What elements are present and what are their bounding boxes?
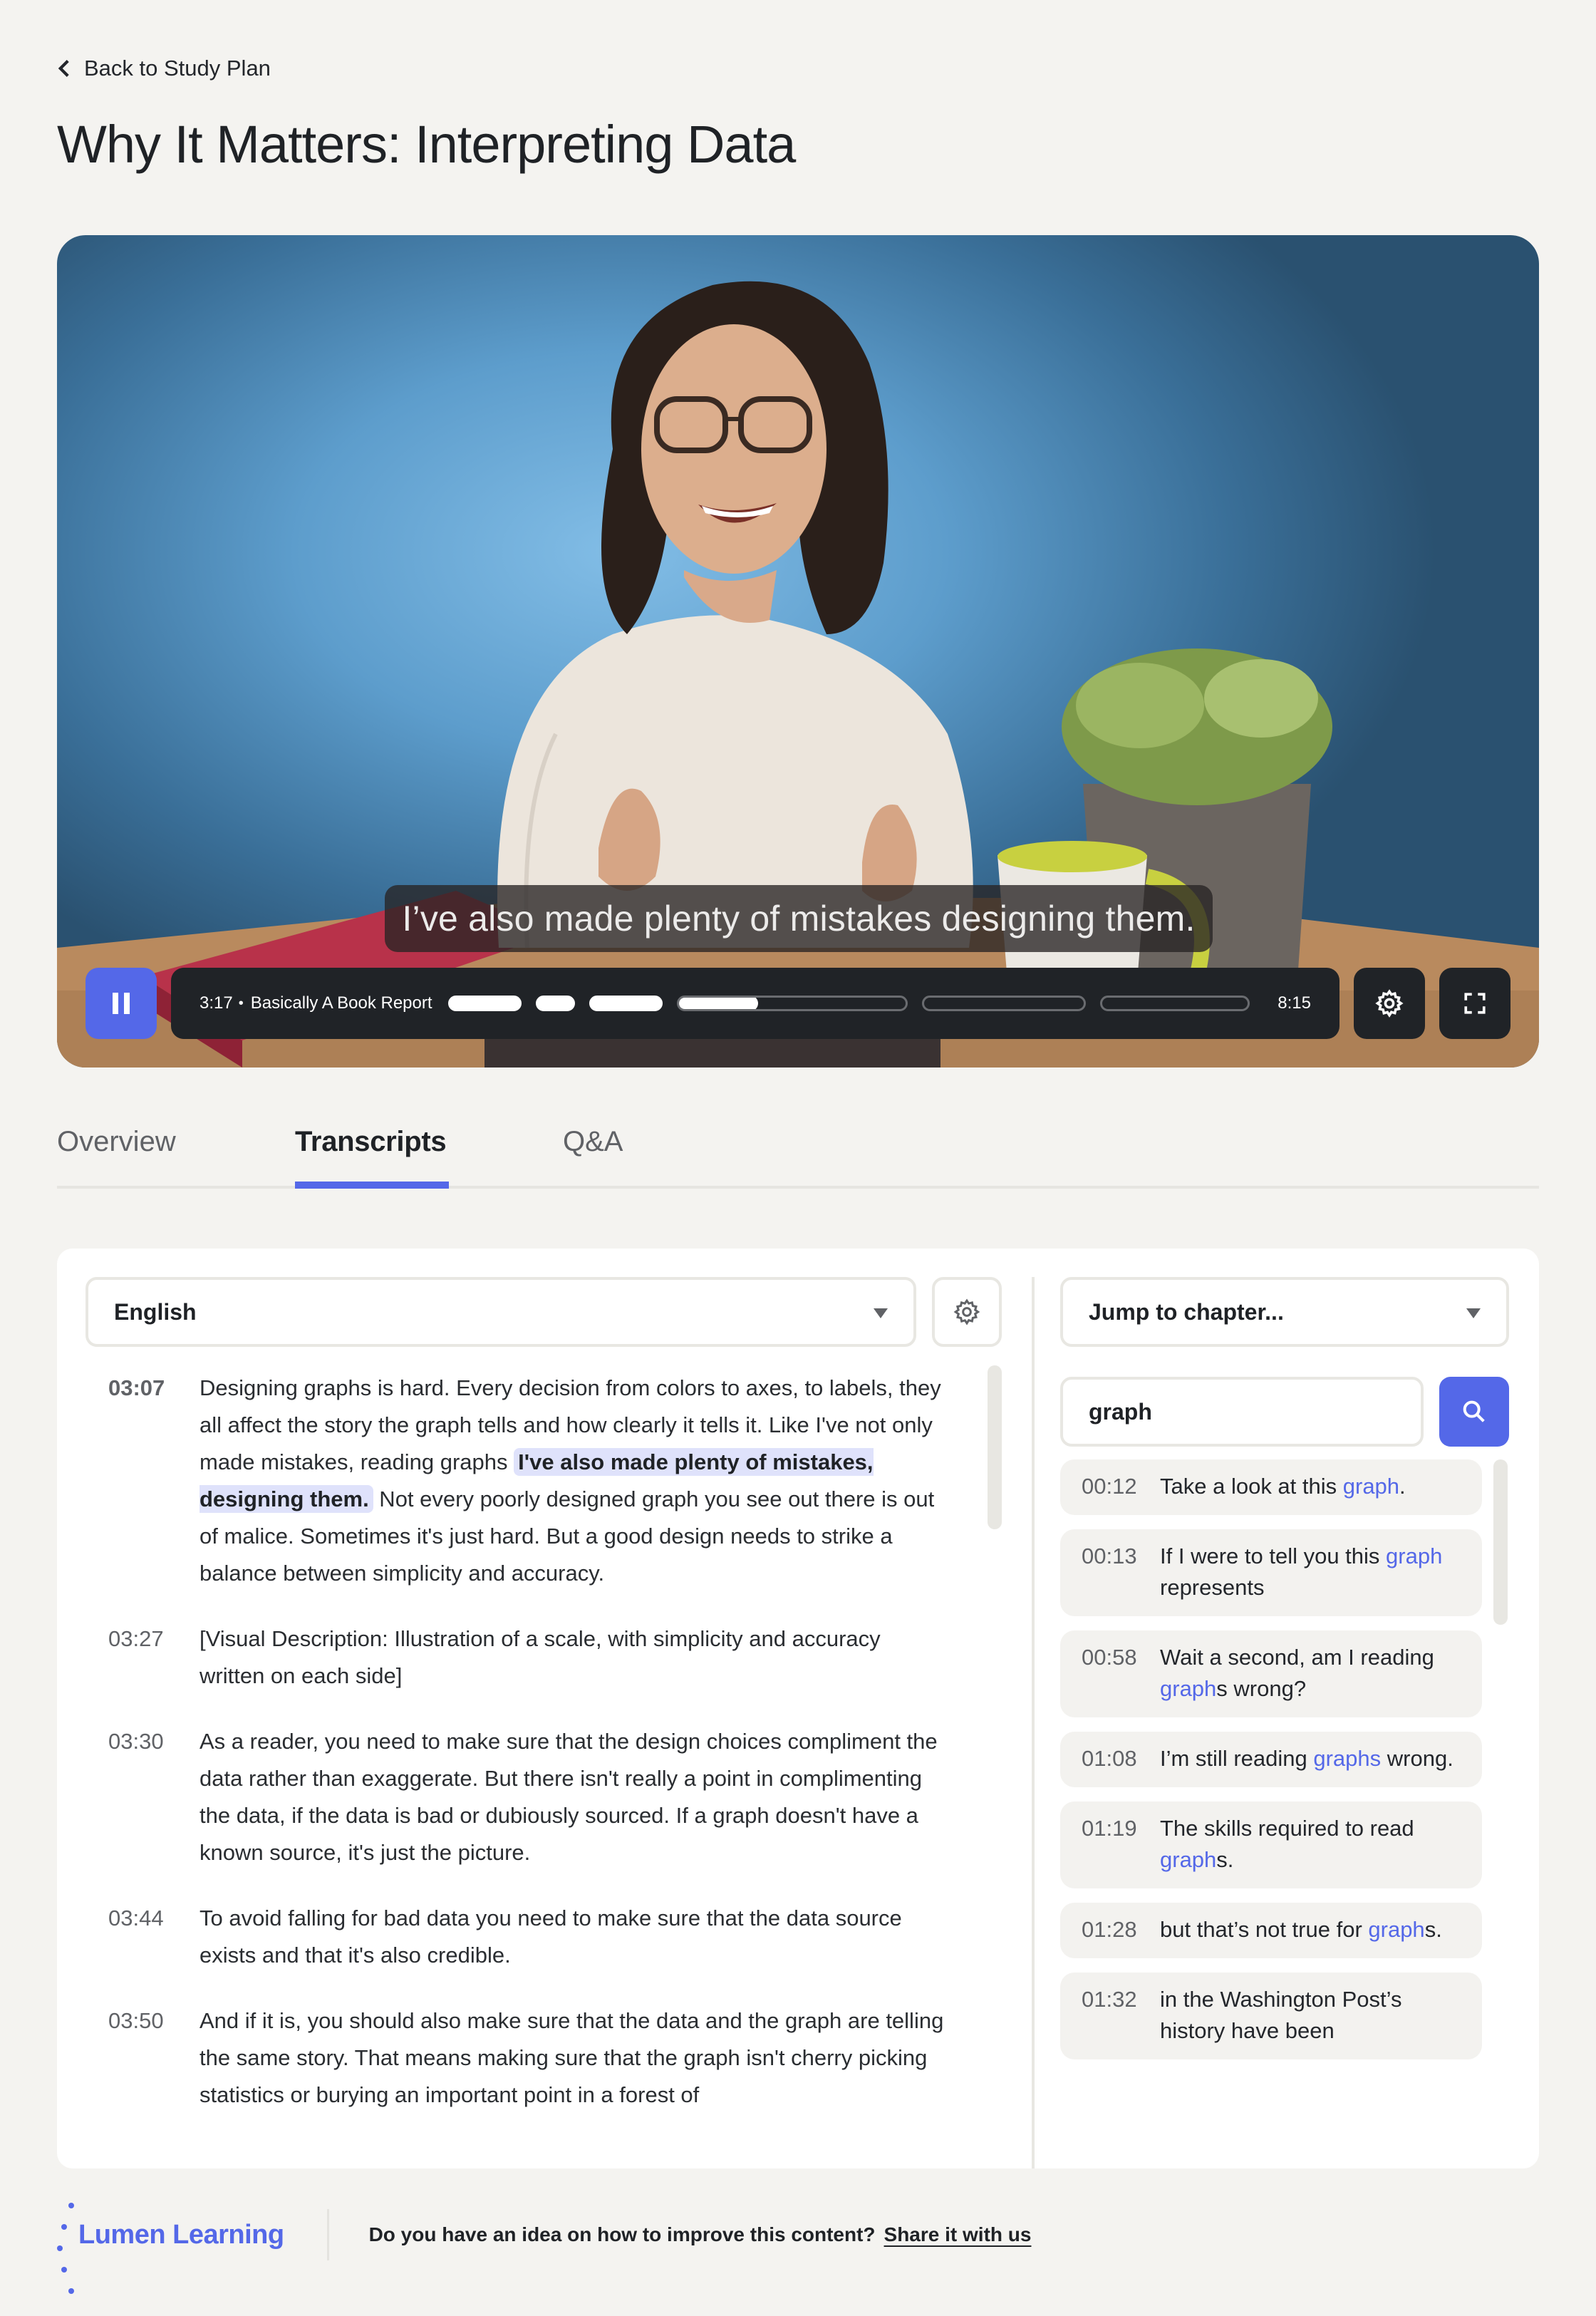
- chapter-segment[interactable]: [589, 996, 663, 1011]
- fullscreen-button[interactable]: [1439, 968, 1510, 1039]
- tab-qa[interactable]: Q&A: [563, 1126, 623, 1158]
- transcript-entry: 03:27 [Visual Description: Illustration o…: [86, 1620, 1012, 1695]
- current-chapter: Basically A Book Report: [250, 993, 432, 1013]
- logo-dots-icon: [57, 2202, 74, 2294]
- search-button[interactable]: [1439, 1377, 1509, 1447]
- video-caption: I’ve also made plenty of mistakes design…: [385, 885, 1213, 952]
- language-value: English: [114, 1298, 197, 1325]
- transcript-timestamp[interactable]: 03:50: [86, 2002, 200, 2114]
- video-player[interactable]: I’ve also made plenty of mistakes design…: [57, 235, 1539, 1067]
- gear-icon: [1375, 989, 1404, 1018]
- footer: Lumen Learning Do you have an idea on ho…: [57, 2202, 1032, 2294]
- transcript-timestamp[interactable]: 03:27: [86, 1620, 200, 1695]
- fullscreen-icon: [1464, 993, 1486, 1014]
- chapter-segment[interactable]: [535, 996, 575, 1011]
- transcript-timestamp[interactable]: 03:07: [86, 1370, 200, 1592]
- language-select[interactable]: English: [86, 1277, 916, 1347]
- transcript-list: 03:07 Designing graphs is hard. Every dec…: [86, 1370, 1012, 2168]
- result-text: Wait a second, am I reading graphs wrong…: [1160, 1645, 1434, 1701]
- page-title: Why It Matters: Interpreting Data: [57, 115, 796, 174]
- search-result-item[interactable]: 01:32 in the Washington Post’s history ha…: [1060, 1973, 1482, 2059]
- transcript-timestamp[interactable]: 03:44: [86, 1900, 200, 1974]
- lumen-learning-logo[interactable]: Lumen Learning: [57, 2202, 284, 2294]
- share-feedback-link[interactable]: Share it with us: [884, 2223, 1032, 2246]
- chapter-segment-fill: [678, 998, 758, 1009]
- search-match: graph: [1386, 1544, 1443, 1568]
- feedback-prompt: Do you have an idea on how to improve th…: [368, 2223, 876, 2245]
- chapter-progress-scrubber[interactable]: [447, 995, 1263, 1012]
- content-tabs: Overview Transcripts Q&A: [57, 1119, 1539, 1189]
- transcript-search-input[interactable]: [1060, 1377, 1424, 1447]
- chapter-segment[interactable]: [676, 996, 908, 1011]
- transcript-entry: 03:30 As a reader, you need to make sure …: [86, 1723, 1012, 1871]
- caret-down-icon: [1466, 1308, 1481, 1318]
- footer-divider: [326, 2209, 329, 2260]
- result-timestamp: 00:12: [1082, 1474, 1137, 1499]
- pause-button[interactable]: [86, 968, 157, 1039]
- search-match: graph: [1368, 1917, 1425, 1942]
- search-match: graph: [1160, 1676, 1217, 1701]
- playback-bar: 3:17 • Basically A Book Report 8:15: [171, 968, 1340, 1039]
- search-result-item[interactable]: 01:19 The skills required to read graphs.: [1060, 1801, 1482, 1888]
- current-caption-highlight: I've also made plenty of mistakes, desig…: [200, 1448, 874, 1513]
- result-timestamp: 01:28: [1082, 1917, 1137, 1942]
- transcript-panel: English 03:07 Designing graphs is hard. E…: [57, 1249, 1539, 2168]
- pause-icon-bar: [124, 993, 130, 1014]
- result-timestamp: 01:32: [1082, 1987, 1137, 2012]
- transcript-text: As a reader, you need to make sure that …: [200, 1729, 938, 1865]
- chevron-left-icon: [58, 60, 69, 77]
- active-tab-indicator: [295, 1182, 449, 1189]
- search-icon: [1463, 1400, 1485, 1422]
- chapter-segment[interactable]: [1099, 996, 1250, 1011]
- transcript-settings-button[interactable]: [932, 1277, 1002, 1347]
- transcript-entry: 03:50 And if it is, you should also make …: [86, 2002, 1012, 2114]
- result-timestamp: 01:08: [1082, 1746, 1137, 1771]
- tab-transcripts[interactable]: Transcripts: [295, 1126, 447, 1158]
- chapter-segment[interactable]: [921, 996, 1086, 1011]
- transcript-entry: 03:07 Designing graphs is hard. Every dec…: [86, 1370, 1012, 1592]
- search-result-item[interactable]: 00:58 Wait a second, am I reading graphs …: [1060, 1630, 1482, 1717]
- search-result-item[interactable]: 01:28 but that’s not true for graphs.: [1060, 1903, 1482, 1958]
- search-match: graph: [1160, 1847, 1217, 1872]
- search-result-item[interactable]: 00:12 Take a look at this graph.: [1060, 1459, 1482, 1515]
- duration: 8:15: [1278, 993, 1311, 1013]
- back-link-label: Back to Study Plan: [84, 56, 271, 81]
- gear-icon: [953, 1298, 980, 1325]
- tab-overview[interactable]: Overview: [57, 1126, 176, 1158]
- search-result-item[interactable]: 00:13 If I were to tell you this graph re…: [1060, 1529, 1482, 1616]
- result-text: but that’s not true for graphs.: [1160, 1917, 1442, 1942]
- caret-down-icon: [874, 1308, 888, 1318]
- search-results-list: 00:12 Take a look at this graph. 00:13 If I…: [1060, 1459, 1482, 2144]
- video-settings-button[interactable]: [1354, 968, 1425, 1039]
- result-timestamp: 00:58: [1082, 1645, 1137, 1670]
- pause-icon: [113, 993, 118, 1014]
- transcript-text: To avoid falling for bad data you need t…: [200, 1906, 902, 1968]
- search-result-item[interactable]: 01:08 I’m still reading graphs wrong.: [1060, 1732, 1482, 1787]
- search-match: graph: [1342, 1474, 1400, 1499]
- transcript-text: And if it is, you should also make sure …: [200, 2008, 944, 2107]
- transcript-scrollbar[interactable]: [988, 1365, 1002, 1529]
- back-to-study-plan-link[interactable]: Back to Study Plan: [57, 56, 271, 81]
- result-text: If I were to tell you this graph represe…: [1160, 1544, 1443, 1600]
- brand-name: Lumen Learning: [78, 2219, 284, 2250]
- result-timestamp: 01:19: [1082, 1816, 1137, 1841]
- panel-divider: [1032, 1277, 1035, 2168]
- time-separator: •: [238, 995, 244, 1011]
- result-text: Take a look at this graph.: [1160, 1474, 1406, 1499]
- transcript-timestamp[interactable]: 03:30: [86, 1723, 200, 1871]
- transcript-text: Designing graphs is hard. Every decision…: [200, 1375, 941, 1586]
- result-text: I’m still reading graphs wrong.: [1160, 1746, 1454, 1771]
- transcript-text: [Visual Description: Illustration of a s…: [200, 1626, 881, 1688]
- result-text: The skills required to read graphs.: [1160, 1816, 1414, 1872]
- search-match: graphs: [1313, 1746, 1382, 1771]
- current-time: 3:17: [200, 993, 233, 1013]
- result-text: in the Washington Post’s history have be…: [1160, 1987, 1402, 2043]
- search-results-scrollbar[interactable]: [1493, 1459, 1508, 1625]
- transcript-entry: 03:44 To avoid falling for bad data you n…: [86, 1900, 1012, 1974]
- chapter-segment[interactable]: [447, 996, 522, 1011]
- chapter-select-placeholder: Jump to chapter...: [1089, 1298, 1284, 1325]
- jump-to-chapter-select[interactable]: Jump to chapter...: [1060, 1277, 1509, 1347]
- result-timestamp: 00:13: [1082, 1544, 1137, 1568]
